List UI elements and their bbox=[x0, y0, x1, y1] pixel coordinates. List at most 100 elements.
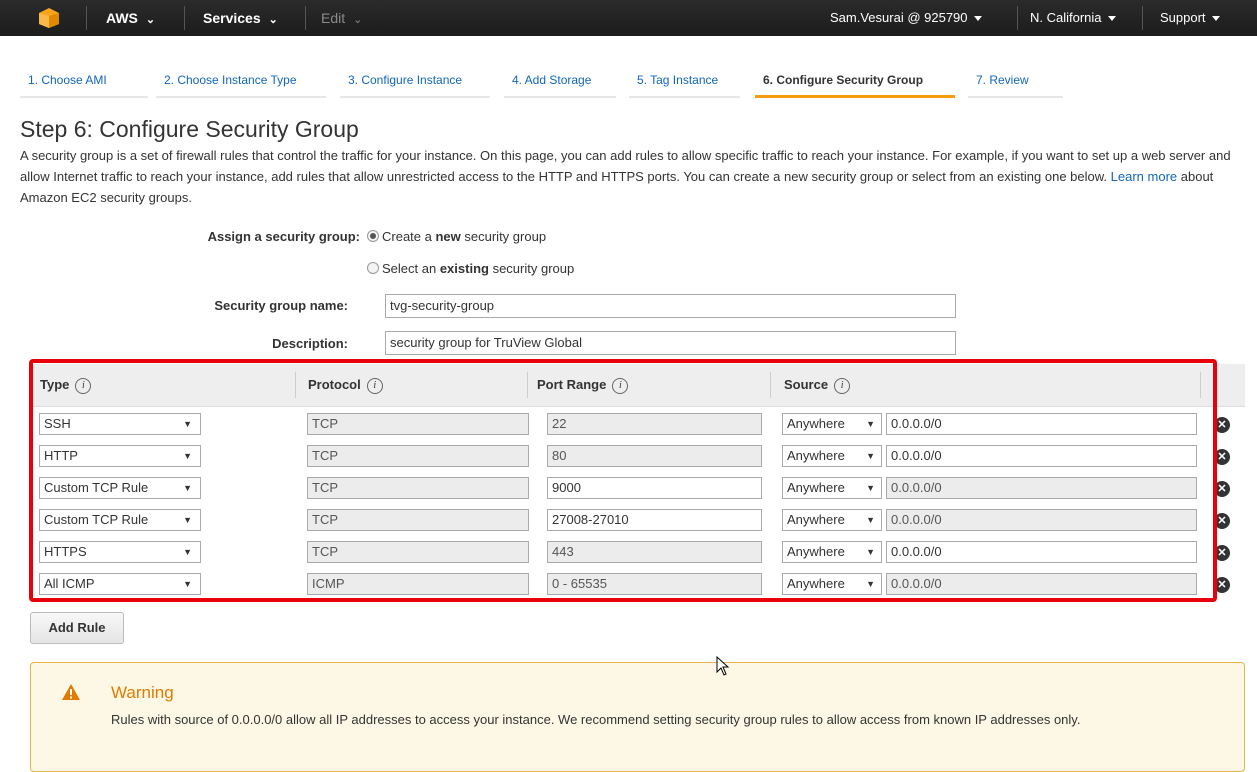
chevron-down-icon: ⌄ bbox=[353, 14, 363, 26]
port-range-field: 22 bbox=[547, 413, 762, 435]
type-select-value: SSH bbox=[44, 416, 71, 431]
step-configure-security-group[interactable]: 6. Configure Security Group bbox=[755, 62, 955, 98]
delete-rule-icon[interactable]: ✕ bbox=[1214, 481, 1230, 497]
type-select-value: Custom TCP Rule bbox=[44, 480, 149, 495]
services-menu-label: Services bbox=[203, 10, 261, 26]
header-source-label: Source bbox=[784, 377, 829, 392]
source-cidr-field[interactable]: 0.0.0.0/0 bbox=[886, 413, 1197, 435]
dropdown-arrow-icon: ▼ bbox=[183, 451, 192, 461]
assign-security-group-label: Assign a security group: bbox=[207, 229, 360, 244]
type-select-value: All ICMP bbox=[44, 576, 95, 591]
dropdown-arrow-icon: ▼ bbox=[183, 579, 192, 589]
type-select[interactable]: SSH ▼ bbox=[39, 413, 201, 435]
warning-message: Rules with source of 0.0.0.0/0 allow all… bbox=[111, 712, 1081, 727]
edit-menu-label: Edit bbox=[321, 10, 346, 26]
type-select[interactable]: HTTPS ▼ bbox=[39, 541, 201, 563]
header-port-range: Port Range i bbox=[537, 364, 629, 406]
protocol-field: TCP bbox=[307, 413, 529, 435]
region-menu-label: N. California bbox=[1030, 10, 1102, 25]
info-icon[interactable]: i bbox=[75, 377, 92, 394]
radio-new-text: Create a bbox=[382, 229, 436, 244]
source-select-value: Anywhere bbox=[787, 576, 845, 591]
port-range-field: 443 bbox=[547, 541, 762, 563]
info-icon[interactable]: i bbox=[834, 377, 851, 394]
step-choose-instance-type[interactable]: 2. Choose Instance Type bbox=[156, 62, 326, 98]
protocol-field: TCP bbox=[307, 509, 529, 531]
aws-menu[interactable]: AWS ⌄ bbox=[106, 0, 155, 36]
support-menu-label: Support bbox=[1160, 10, 1206, 25]
mouse-pointer-icon bbox=[716, 656, 730, 676]
edit-menu[interactable]: Edit ⌄ bbox=[321, 0, 362, 36]
dropdown-arrow-icon: ▼ bbox=[866, 547, 875, 557]
protocol-field: TCP bbox=[307, 477, 529, 499]
caret-down-icon bbox=[973, 16, 982, 22]
dropdown-arrow-icon: ▼ bbox=[183, 515, 192, 525]
step-tag-instance[interactable]: 5. Tag Instance bbox=[629, 62, 740, 98]
step-review[interactable]: 7. Review bbox=[968, 62, 1063, 98]
radio-new-bold: new bbox=[435, 229, 461, 244]
source-select[interactable]: Anywhere ▼ bbox=[782, 573, 882, 595]
delete-rule-icon[interactable]: ✕ bbox=[1214, 513, 1230, 529]
top-navigation-bar: AWS ⌄ Services ⌄ Edit ⌄ Sam.Vesurai @ 92579… bbox=[0, 0, 1257, 36]
account-menu[interactable]: Sam.Vesurai @ 925790 bbox=[830, 0, 982, 36]
table-row: HTTP ▼ TCP 80 Anywhere ▼ 0.0.0.0/0 ✕ bbox=[30, 441, 1245, 473]
security-group-name-label: Security group name: bbox=[214, 298, 348, 313]
source-select[interactable]: Anywhere ▼ bbox=[782, 445, 882, 467]
delete-rule-icon[interactable]: ✕ bbox=[1214, 417, 1230, 433]
source-cidr-field[interactable]: 0.0.0.0/0 bbox=[886, 445, 1197, 467]
type-select[interactable]: HTTP ▼ bbox=[39, 445, 201, 467]
page-title: Step 6: Configure Security Group bbox=[20, 116, 359, 142]
protocol-field: ICMP bbox=[307, 573, 529, 595]
port-range-field[interactable]: 9000 bbox=[547, 477, 762, 499]
add-rule-button[interactable]: Add Rule bbox=[30, 612, 124, 644]
delete-rule-icon[interactable]: ✕ bbox=[1214, 449, 1230, 465]
radio-existing-text-tail: security group bbox=[488, 261, 575, 276]
protocol-field: TCP bbox=[307, 541, 529, 563]
source-select[interactable]: Anywhere ▼ bbox=[782, 509, 882, 531]
radio-existing-bold: existing bbox=[439, 261, 489, 276]
source-cidr-field: 0.0.0.0/0 bbox=[886, 477, 1197, 499]
caret-down-icon bbox=[1107, 16, 1116, 22]
source-select[interactable]: Anywhere ▼ bbox=[782, 541, 882, 563]
learn-more-link[interactable]: Learn more bbox=[1111, 169, 1177, 184]
info-icon[interactable]: i bbox=[366, 377, 383, 394]
security-group-name-input[interactable]: tvg-security-group bbox=[385, 294, 956, 318]
dropdown-arrow-icon: ▼ bbox=[183, 547, 192, 557]
port-range-field: 0 - 65535 bbox=[547, 573, 762, 595]
source-select[interactable]: Anywhere ▼ bbox=[782, 413, 882, 435]
step-add-storage[interactable]: 4. Add Storage bbox=[504, 62, 616, 98]
support-menu[interactable]: Support bbox=[1160, 0, 1220, 36]
source-select-value: Anywhere bbox=[787, 416, 845, 431]
description-input[interactable]: security group for TruView Global bbox=[385, 331, 956, 355]
radio-select-existing-security-group[interactable]: Select an existing security group bbox=[367, 261, 574, 276]
services-menu[interactable]: Services ⌄ bbox=[203, 0, 278, 36]
step-choose-ami[interactable]: 1. Choose AMI bbox=[20, 62, 148, 98]
type-select[interactable]: Custom TCP Rule ▼ bbox=[39, 509, 201, 531]
radio-create-new-security-group[interactable]: Create a new security group bbox=[367, 229, 546, 244]
account-menu-label: Sam.Vesurai @ 925790 bbox=[830, 10, 968, 25]
dropdown-arrow-icon: ▼ bbox=[183, 483, 192, 493]
dropdown-arrow-icon: ▼ bbox=[866, 419, 875, 429]
radio-new-text-tail: security group bbox=[460, 229, 547, 244]
table-row: All ICMP ▼ ICMP 0 - 65535 Anywhere ▼ 0.0.0.0/0… bbox=[30, 569, 1245, 601]
aws-cube-logo-icon[interactable] bbox=[38, 7, 60, 29]
delete-rule-icon[interactable]: ✕ bbox=[1214, 577, 1230, 593]
radio-existing-text: Select an bbox=[382, 261, 440, 276]
description-label: Description: bbox=[272, 336, 348, 351]
table-row: SSH ▼ TCP 22 Anywhere ▼ 0.0.0.0/0 ✕ bbox=[30, 409, 1245, 441]
step-configure-instance[interactable]: 3. Configure Instance bbox=[340, 62, 490, 98]
type-select[interactable]: Custom TCP Rule ▼ bbox=[39, 477, 201, 499]
source-select[interactable]: Anywhere ▼ bbox=[782, 477, 882, 499]
delete-rule-icon[interactable]: ✕ bbox=[1214, 545, 1230, 561]
dropdown-arrow-icon: ▼ bbox=[866, 515, 875, 525]
port-range-field: 80 bbox=[547, 445, 762, 467]
region-menu[interactable]: N. California bbox=[1030, 0, 1116, 36]
warning-title: Warning bbox=[111, 683, 174, 702]
info-icon[interactable]: i bbox=[612, 377, 629, 394]
source-cidr-field[interactable]: 0.0.0.0/0 bbox=[886, 541, 1197, 563]
chevron-down-icon: ⌄ bbox=[268, 14, 278, 26]
port-range-field[interactable]: 27008-27010 bbox=[547, 509, 762, 531]
type-select[interactable]: All ICMP ▼ bbox=[39, 573, 201, 595]
table-row: Custom TCP Rule ▼ TCP 27008-27010 Anywhere ▼ 0… bbox=[30, 505, 1245, 537]
intro-text: A security group is a set of firewall ru… bbox=[20, 148, 1231, 184]
